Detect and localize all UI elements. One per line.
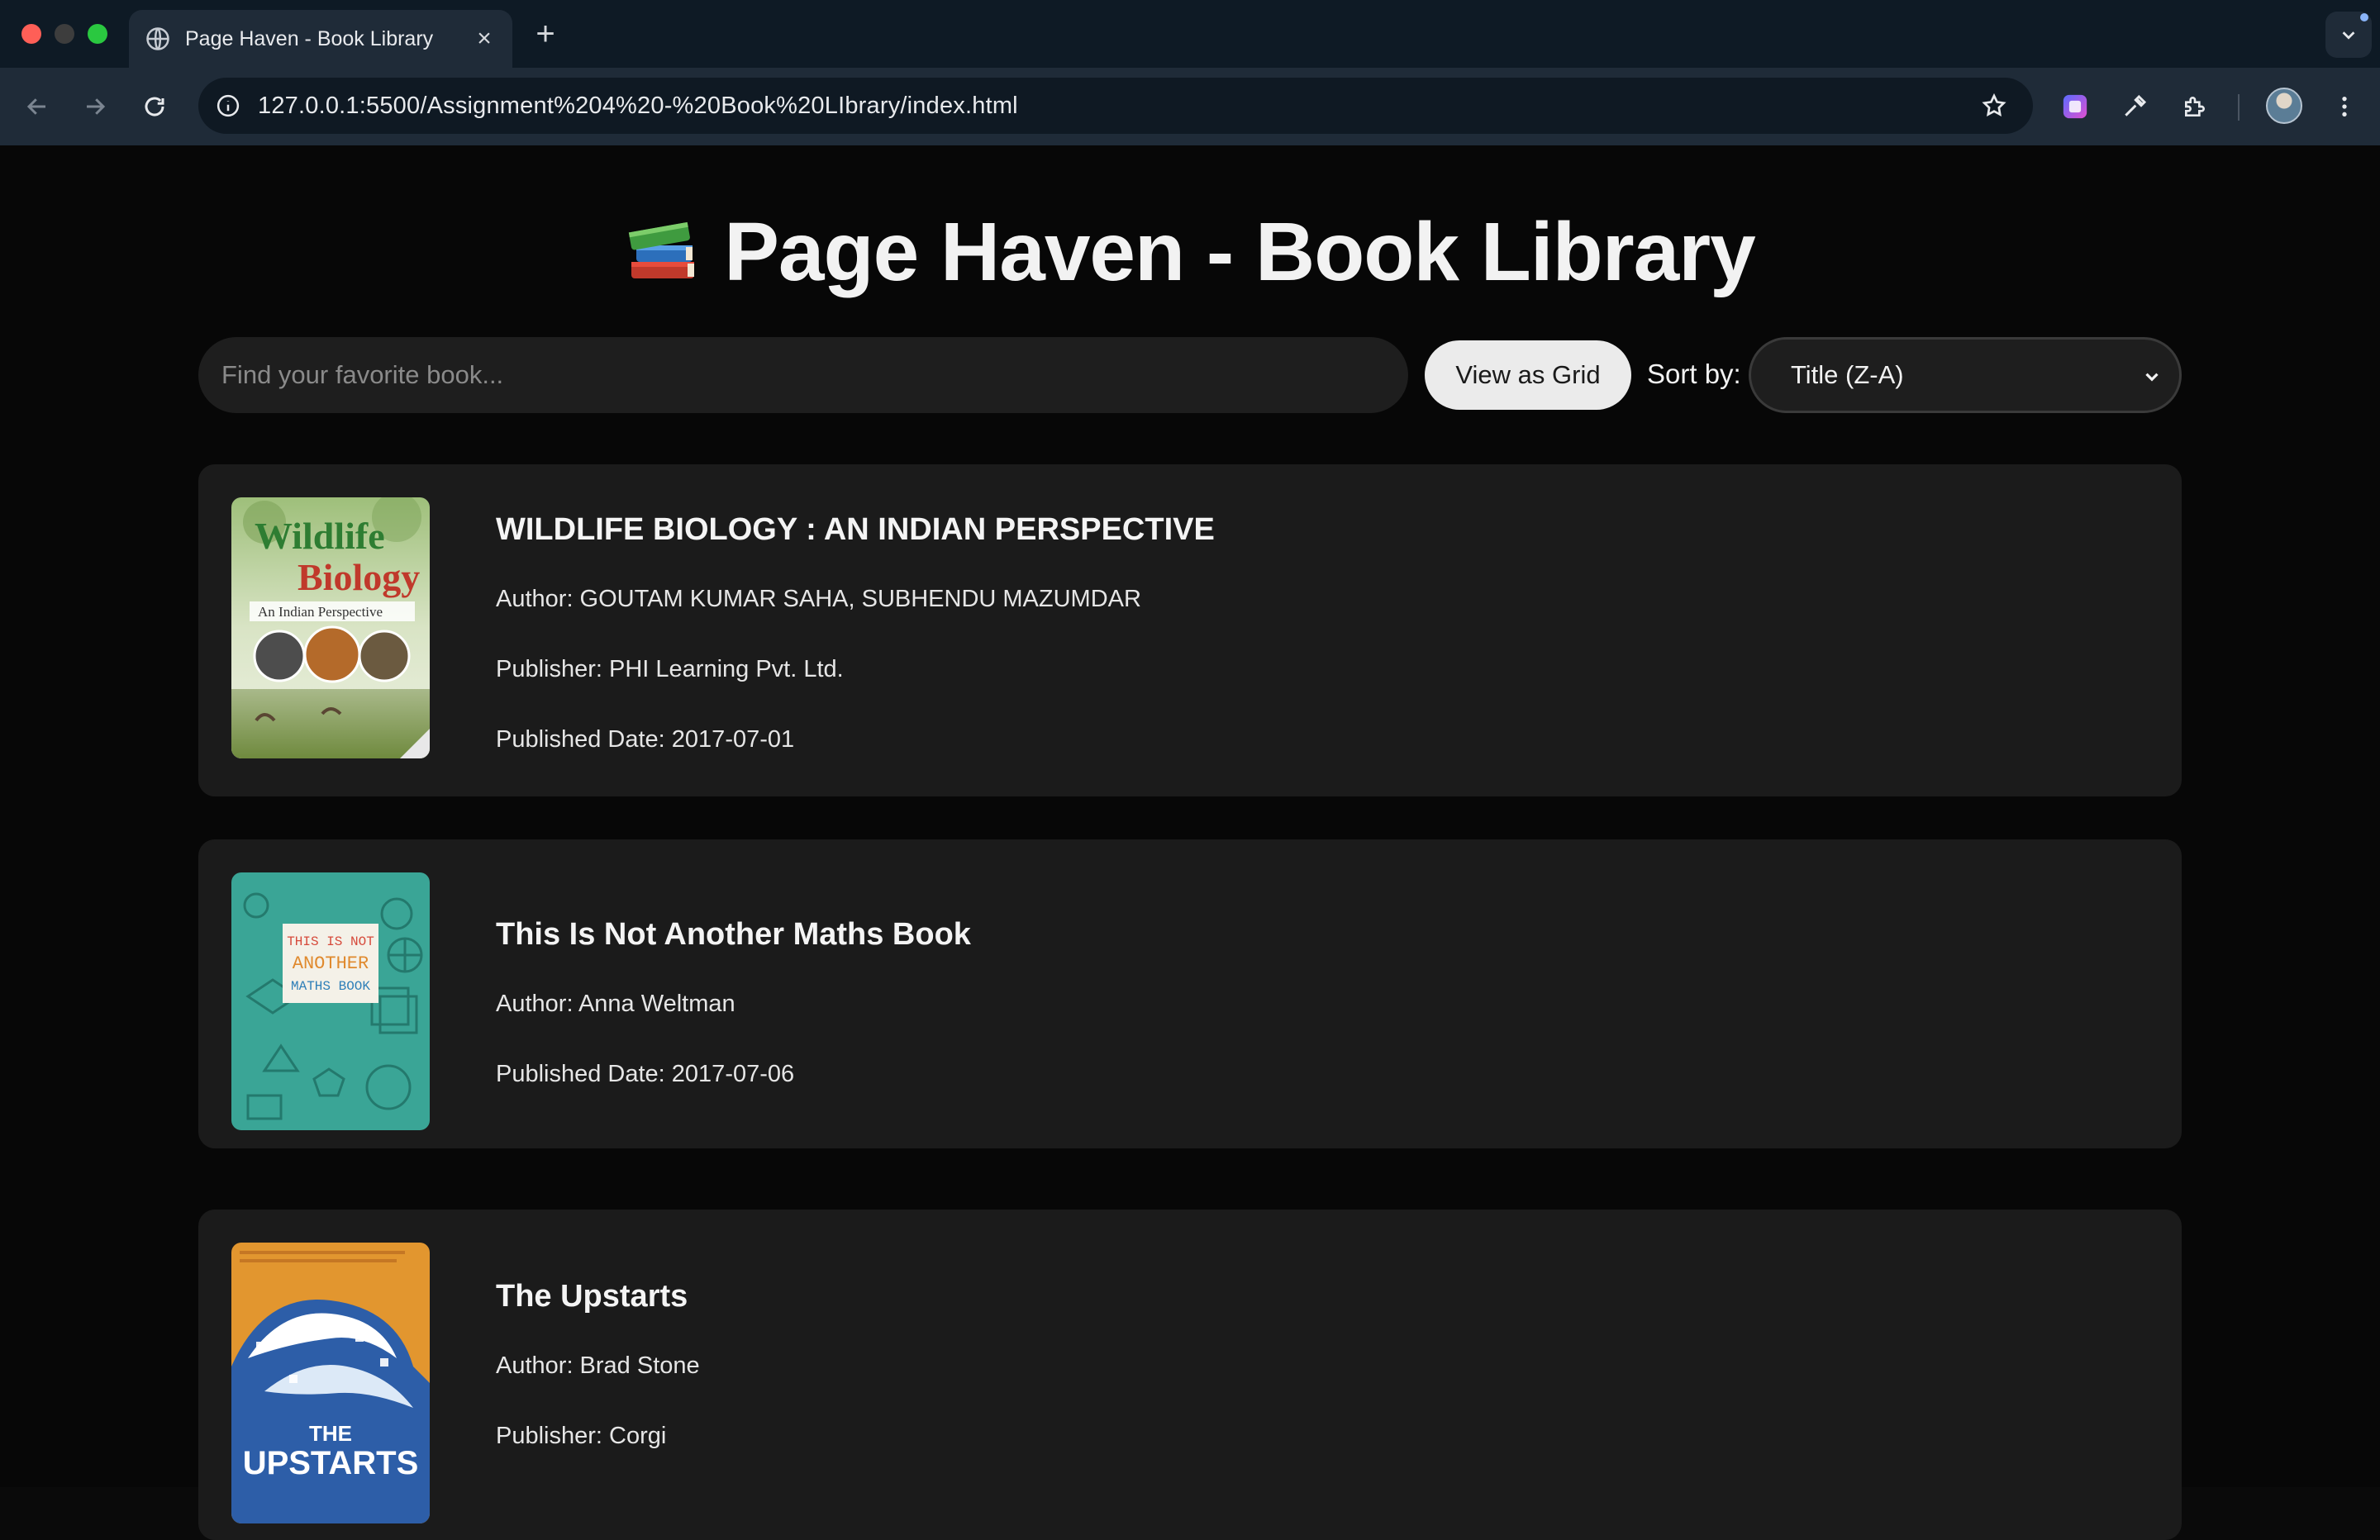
reload-icon[interactable] xyxy=(136,88,174,126)
chevron-down-icon xyxy=(2342,31,2355,40)
book-title: This Is Not Another Maths Book xyxy=(496,917,971,952)
page-content: Page Haven - Book Library View as Grid S… xyxy=(0,145,2380,1540)
menu-kebab-icon[interactable] xyxy=(2325,88,2363,126)
book-cover-image: THE UPSTARTS xyxy=(231,1243,430,1523)
cover-line-3: MATHS BOOK xyxy=(291,979,370,994)
url-text[interactable]: 127.0.0.1:5500/Assignment%204%20-%20Book… xyxy=(258,93,1975,120)
book-published-date: Published Date: 2017-07-01 xyxy=(496,726,795,753)
profile-avatar[interactable] xyxy=(2266,88,2302,124)
browser-toolbar: 127.0.0.1:5500/Assignment%204%20-%20Book… xyxy=(0,68,2380,145)
search-input[interactable] xyxy=(198,337,1408,413)
extensions-puzzle-icon[interactable] xyxy=(2176,88,2214,126)
tab-search-button[interactable] xyxy=(2325,12,2372,58)
page-title: Page Haven - Book Library xyxy=(0,205,2380,303)
book-title: WILDLIFE BIOLOGY : AN INDIAN PERSPECTIVE xyxy=(496,512,1215,547)
controls-bar: View as Grid Sort by: Title (Z-A) xyxy=(198,337,2182,413)
book-author: Author: Anna Weltman xyxy=(496,991,735,1017)
sort-selected-value: Title (Z-A) xyxy=(1791,360,1904,389)
chevron-down-icon xyxy=(2141,364,2163,386)
cover-line-2: ANOTHER xyxy=(293,953,369,974)
cover-word-upstarts: UPSTARTS xyxy=(243,1445,419,1481)
browser-tab[interactable]: Page Haven - Book Library × xyxy=(129,10,512,68)
book-card[interactable]: THIS IS NOT ANOTHER MATHS BOOK This Is N… xyxy=(198,839,2182,1148)
book-info: WILDLIFE BIOLOGY : AN INDIAN PERSPECTIVE… xyxy=(496,512,1215,753)
eyedropper-icon[interactable] xyxy=(2116,88,2154,126)
cover-word-wildlife: Wildlife xyxy=(255,515,385,557)
book-author: Author: Brad Stone xyxy=(496,1352,700,1379)
book-card[interactable]: Wildlife Biology An Indian Perspective W… xyxy=(198,464,2182,796)
book-info: This Is Not Another Maths Book Author: A… xyxy=(496,917,971,1088)
book-cover-image: Wildlife Biology An Indian Perspective xyxy=(231,497,430,758)
book-published-date: Published Date: 2017-07-06 xyxy=(496,1061,795,1087)
book-card[interactable]: THE UPSTARTS The Upstarts Author: Brad S… xyxy=(198,1210,2182,1540)
close-window-button[interactable] xyxy=(21,24,41,44)
extension-app-icon[interactable] xyxy=(2056,88,2094,126)
site-info-icon[interactable] xyxy=(213,91,243,121)
book-publisher: Publisher: Corgi xyxy=(496,1423,667,1449)
browser-tab-strip: Page Haven - Book Library × + xyxy=(0,0,2380,68)
book-author: Author: GOUTAM KUMAR SAHA, SUBHENDU MAZU… xyxy=(496,586,1141,612)
back-arrow-icon[interactable] xyxy=(18,88,56,126)
minimize-window-button[interactable] xyxy=(55,24,74,44)
tab-title: Page Haven - Book Library xyxy=(185,26,434,50)
cover-subtitle: An Indian Perspective xyxy=(258,604,383,620)
forward-arrow-icon[interactable] xyxy=(76,88,114,126)
book-publisher: Publisher: PHI Learning Pvt. Ltd. xyxy=(496,656,844,682)
page-title-text: Page Haven - Book Library xyxy=(724,206,1756,298)
cover-word-biology: Biology xyxy=(298,556,420,598)
book-title: The Upstarts xyxy=(496,1279,688,1314)
notification-dot xyxy=(2360,13,2368,21)
sort-select[interactable]: Title (Z-A) xyxy=(1749,337,2182,413)
view-as-grid-button[interactable]: View as Grid xyxy=(1425,340,1631,410)
address-bar[interactable]: 127.0.0.1:5500/Assignment%204%20-%20Book… xyxy=(198,78,2033,134)
close-tab-icon[interactable]: × xyxy=(466,21,502,57)
book-cover-image: THIS IS NOT ANOTHER MATHS BOOK xyxy=(231,872,430,1130)
sort-label: Sort by: xyxy=(1647,359,1741,389)
cover-line-1: THIS IS NOT xyxy=(287,934,374,949)
new-tab-icon[interactable]: + xyxy=(529,13,562,55)
books-icon xyxy=(625,208,701,303)
globe-icon xyxy=(145,26,170,51)
bookmark-star-icon[interactable] xyxy=(1975,87,2013,125)
book-info: The Upstarts Author: Brad Stone Publishe… xyxy=(496,1279,700,1450)
toolbar-divider xyxy=(2238,94,2240,121)
cover-word-the: THE xyxy=(309,1421,352,1446)
maximize-window-button[interactable] xyxy=(88,24,107,44)
